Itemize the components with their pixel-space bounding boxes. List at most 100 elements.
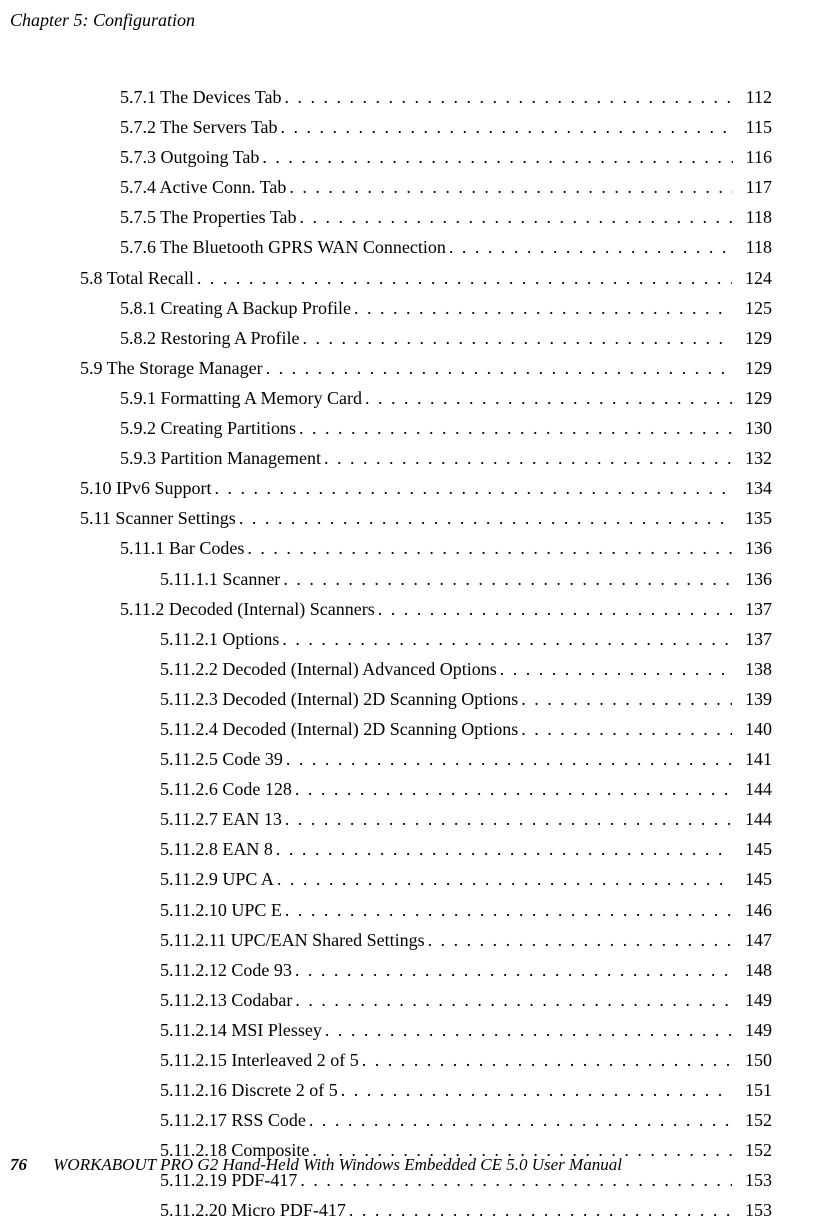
toc-leader <box>362 1047 732 1073</box>
toc-entry-page: 116 <box>736 144 772 170</box>
toc-entry[interactable]: 5.7.2 The Servers Tab 115 <box>60 114 772 140</box>
toc-entry-page: 152 <box>735 1107 772 1133</box>
toc-container: 5.7.1 The Devices Tab112 5.7.2 The Server… <box>60 80 772 1228</box>
toc-leader <box>295 776 732 802</box>
toc-leader <box>239 505 732 531</box>
toc-entry[interactable]: 5.9 The Storage Manager129 <box>60 355 772 381</box>
page-number: 76 <box>10 1155 27 1174</box>
toc-leader <box>299 415 732 441</box>
toc-entry[interactable]: 5.8.2 Restoring A Profile 129 <box>60 325 772 351</box>
toc-entry-page: 137 <box>735 596 772 622</box>
toc-entry[interactable]: 5.11.2.9 UPC A 145 <box>60 866 772 892</box>
toc-entry-page: 132 <box>735 445 772 471</box>
toc-entry[interactable]: 5.11.2.20 Micro PDF-417153 <box>60 1197 772 1223</box>
toc-entry[interactable]: 5.11.2.1 Options137 <box>60 626 772 652</box>
toc-entry[interactable]: 5.11.2.7 EAN 13144 <box>60 806 772 832</box>
toc-entry-page: 141 <box>735 746 772 772</box>
toc-entry[interactable]: 5.7.3 Outgoing Tab116 <box>60 144 772 170</box>
toc-entry-label: 5.11.2.9 UPC A <box>160 866 274 892</box>
toc-leader <box>285 84 733 110</box>
toc-entry[interactable]: 5.11.2.4 Decoded (Internal) 2D Scanning … <box>60 716 772 742</box>
toc-leader <box>449 234 733 260</box>
toc-entry-label: 5.11.1 Bar Codes <box>120 535 244 561</box>
toc-entry[interactable]: 5.9.3 Partition Management132 <box>60 445 772 471</box>
toc-entry-page: 118 <box>736 234 772 260</box>
toc-leader <box>285 897 732 923</box>
toc-leader <box>262 144 732 170</box>
toc-entry[interactable]: 5.11.2.14 MSI Plessey149 <box>60 1017 772 1043</box>
toc-leader <box>428 927 732 953</box>
toc-entry[interactable]: 5.11 Scanner Settings135 <box>60 505 772 531</box>
toc-entry-label: 5.11.2.11 UPC/EAN Shared Settings <box>160 927 425 953</box>
toc-entry[interactable]: 5.11.2.12 Code 93148 <box>60 957 772 983</box>
toc-entry-label: 5.11.2.4 Decoded (Internal) 2D Scanning … <box>160 716 518 742</box>
toc-entry[interactable]: 5.7.1 The Devices Tab112 <box>60 84 772 110</box>
toc-entry-label: 5.11.2.7 EAN 13 <box>160 806 282 832</box>
toc-entry[interactable]: 5.11.2.5 Code 39141 <box>60 746 772 772</box>
toc-entry[interactable]: 5.11.2.15 Interleaved 2 of 5 150 <box>60 1047 772 1073</box>
toc-entry[interactable]: 5.11.2 Decoded (Internal) Scanners 137 <box>60 596 772 622</box>
toc-entry-page: 115 <box>736 114 772 140</box>
toc-entry-label: 5.7.1 The Devices Tab <box>120 84 282 110</box>
toc-entry-page: 144 <box>735 776 772 802</box>
toc-entry-label: 5.11.2.3 Decoded (Internal) 2D Scanning … <box>160 686 518 712</box>
toc-leader <box>282 626 732 652</box>
toc-entry[interactable]: 5.7.6 The Bluetooth GPRS WAN Connection1… <box>60 234 772 260</box>
toc-leader <box>197 265 732 291</box>
toc-entry[interactable]: 5.7.4 Active Conn. Tab 117 <box>60 174 772 200</box>
toc-entry-page: 146 <box>735 897 772 923</box>
toc-leader <box>295 957 732 983</box>
page: Chapter 5: Configuration 5.7.1 The Devic… <box>0 0 832 1193</box>
toc-entry[interactable]: 5.11.2.10 UPC E146 <box>60 897 772 923</box>
toc-leader <box>500 656 732 682</box>
toc-entry-page: 150 <box>735 1047 772 1073</box>
toc-entry-page: 129 <box>735 325 772 351</box>
toc-entry-label: 5.7.5 The Properties Tab <box>120 204 297 230</box>
toc-leader <box>521 716 732 742</box>
toc-entry[interactable]: 5.10 IPv6 Support134 <box>60 475 772 501</box>
toc-entry-label: 5.11.1.1 Scanner <box>160 566 280 592</box>
toc-leader <box>325 1017 732 1043</box>
toc-entry[interactable]: 5.11.2.13 Codabar 149 <box>60 987 772 1013</box>
toc-entry[interactable]: 5.11.2.3 Decoded (Internal) 2D Scanning … <box>60 686 772 712</box>
toc-entry[interactable]: 5.7.5 The Properties Tab118 <box>60 204 772 230</box>
toc-entry-label: 5.7.4 Active Conn. Tab <box>120 174 286 200</box>
page-footer: 76 WORKABOUT PRO G2 Hand-Held With Windo… <box>10 1155 622 1175</box>
toc-entry-page: 149 <box>735 987 772 1013</box>
toc-entry[interactable]: 5.11.2.2 Decoded (Internal) Advanced Opt… <box>60 656 772 682</box>
toc-leader <box>300 204 733 230</box>
toc-entry-page: 139 <box>735 686 772 712</box>
running-head: Chapter 5: Configuration <box>10 10 195 31</box>
toc-entry-label: 5.11.2.13 Codabar <box>160 987 292 1013</box>
toc-entry-label: 5.11.2.15 Interleaved 2 of 5 <box>160 1047 359 1073</box>
toc-entry-page: 145 <box>735 866 772 892</box>
toc-leader <box>365 385 732 411</box>
toc-entry[interactable]: 5.11.2.16 Discrete 2 of 5151 <box>60 1077 772 1103</box>
toc-entry-label: 5.8.2 Restoring A Profile <box>120 325 300 351</box>
toc-entry-page: 129 <box>735 385 772 411</box>
toc-entry-label: 5.11.2.6 Code 128 <box>160 776 292 802</box>
toc-entry[interactable]: 5.11.2.6 Code 128 144 <box>60 776 772 802</box>
toc-entry[interactable]: 5.9.2 Creating Partitions 130 <box>60 415 772 441</box>
toc-entry[interactable]: 5.9.1 Formatting A Memory Card129 <box>60 385 772 411</box>
toc-entry[interactable]: 5.11.2.8 EAN 8145 <box>60 836 772 862</box>
toc-entry-label: 5.9.2 Creating Partitions <box>120 415 296 441</box>
toc-leader <box>286 746 732 772</box>
toc-entry-label: 5.11.2.16 Discrete 2 of 5 <box>160 1077 338 1103</box>
toc-entry-label: 5.11.2 Decoded (Internal) Scanners <box>120 596 375 622</box>
toc-entry-page: 136 <box>735 566 772 592</box>
toc-leader <box>521 686 732 712</box>
toc-leader <box>354 295 732 321</box>
toc-entry[interactable]: 5.11.1.1 Scanner 136 <box>60 566 772 592</box>
toc-entry-label: 5.10 IPv6 Support <box>80 475 212 501</box>
toc-entry[interactable]: 5.11.1 Bar Codes136 <box>60 535 772 561</box>
toc-entry-page: 130 <box>735 415 772 441</box>
toc-entry[interactable]: 5.8 Total Recall124 <box>60 265 772 291</box>
toc-leader <box>295 987 732 1013</box>
toc-entry-page: 147 <box>735 927 772 953</box>
toc-entry-label: 5.7.2 The Servers Tab <box>120 114 278 140</box>
toc-entry-page: 117 <box>736 174 772 200</box>
toc-entry[interactable]: 5.11.2.17 RSS Code152 <box>60 1107 772 1133</box>
toc-entry[interactable]: 5.8.1 Creating A Backup Profile125 <box>60 295 772 321</box>
toc-entry[interactable]: 5.11.2.11 UPC/EAN Shared Settings 147 <box>60 927 772 953</box>
